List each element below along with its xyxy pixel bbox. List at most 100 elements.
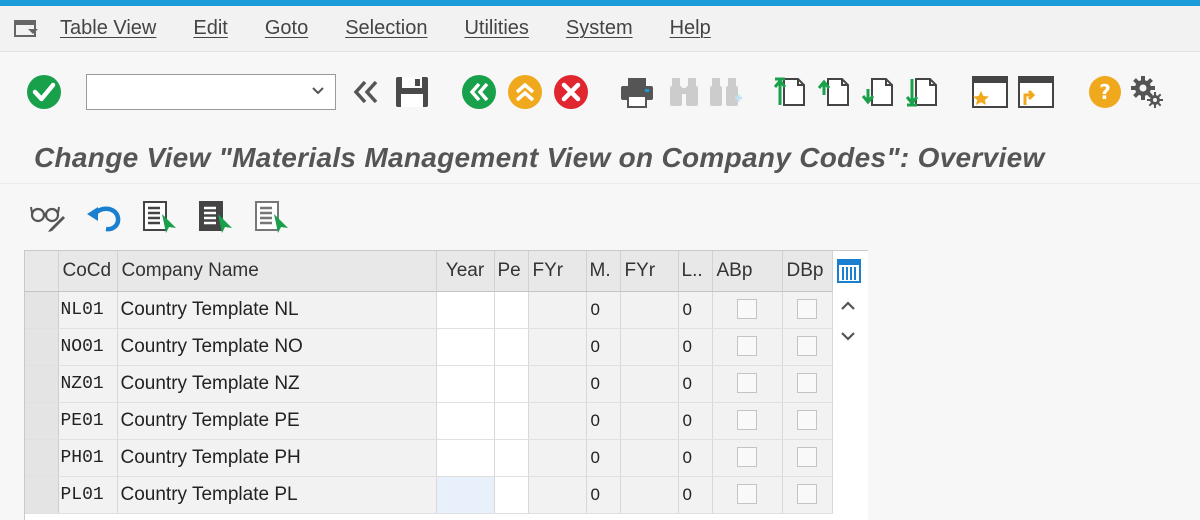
table-row: NO01 Country Template NO 0 0 — [25, 328, 833, 366]
row-selector[interactable] — [25, 328, 59, 366]
next-page-icon[interactable] — [860, 72, 898, 112]
abp-checkbox[interactable] — [737, 373, 757, 394]
display-change-icon[interactable] — [30, 197, 86, 237]
row-selector[interactable] — [25, 365, 59, 403]
exit-icon[interactable] — [506, 72, 544, 112]
undo-icon[interactable] — [86, 197, 142, 237]
cell-fyr-2 — [620, 291, 679, 329]
cell-pe-input[interactable] — [494, 291, 529, 329]
cell-pe-input[interactable] — [494, 439, 529, 477]
cell-company-name: Country Template PH — [117, 439, 437, 477]
scroll-down-icon[interactable] — [835, 321, 861, 351]
column-header-l[interactable]: L.. — [678, 251, 713, 292]
find-next-icon[interactable] — [708, 72, 744, 112]
cell-dbp — [782, 476, 833, 514]
row-selector[interactable] — [25, 402, 59, 440]
row-selector[interactable] — [25, 291, 59, 329]
column-header-dbp[interactable]: DBp — [782, 251, 833, 292]
double-left-arrow-icon[interactable] — [348, 72, 384, 112]
first-page-icon[interactable] — [772, 72, 810, 112]
abp-checkbox[interactable] — [737, 447, 757, 468]
table-control: CoCd Company Name Year Pe FYr M. FYr L..… — [24, 250, 868, 520]
select-block-icon[interactable] — [198, 197, 254, 237]
dbp-checkbox[interactable] — [797, 336, 817, 357]
row-selector[interactable] — [25, 439, 59, 477]
dbp-checkbox[interactable] — [797, 373, 817, 394]
table-row: NL01 Country Template NL 0 0 — [25, 291, 833, 329]
dbp-checkbox[interactable] — [797, 299, 817, 320]
cancel-icon[interactable] — [552, 72, 590, 112]
cell-year-input[interactable] — [436, 291, 495, 329]
back-icon[interactable] — [460, 72, 498, 112]
application-toolbar — [0, 184, 1200, 250]
menu-edit[interactable]: Edit — [193, 17, 227, 40]
menu-system[interactable]: System — [566, 17, 633, 40]
chevron-down-icon[interactable] — [311, 83, 325, 101]
cell-pe-input[interactable] — [494, 402, 529, 440]
cell-l: 0 — [678, 439, 713, 477]
cell-year-input[interactable] — [436, 402, 495, 440]
column-header-abp[interactable]: ABp — [712, 251, 783, 292]
previous-page-icon[interactable] — [816, 72, 854, 112]
cell-fyr — [528, 439, 587, 477]
column-header-company-name[interactable]: Company Name — [117, 251, 437, 292]
cell-m: 0 — [586, 402, 621, 440]
cell-cocd: PH01 — [58, 439, 118, 477]
cell-fyr — [528, 476, 587, 514]
shortcut-icon[interactable] — [1016, 72, 1056, 112]
print-icon[interactable] — [618, 72, 656, 112]
help-icon[interactable]: ? — [1086, 72, 1124, 112]
cell-fyr-2 — [620, 439, 679, 477]
cell-year-input[interactable] — [436, 476, 495, 514]
deselect-all-icon[interactable] — [254, 197, 310, 237]
cell-fyr — [528, 365, 587, 403]
cell-dbp — [782, 328, 833, 366]
column-header-m[interactable]: M. — [586, 251, 621, 292]
cell-fyr — [528, 402, 587, 440]
find-icon[interactable] — [666, 72, 702, 112]
row-selector[interactable] — [25, 476, 59, 514]
column-header-fyr-2[interactable]: FYr — [620, 251, 679, 292]
cell-abp — [712, 439, 783, 477]
system-menu-icon[interactable] — [14, 19, 42, 39]
column-header-cocd[interactable]: CoCd — [58, 251, 118, 292]
table-row: PL01 Country Template PL 0 0 — [25, 476, 833, 514]
menu-table-view[interactable]: Table View — [60, 17, 156, 40]
menu-selection[interactable]: Selection — [345, 17, 427, 40]
cell-year-input[interactable] — [436, 328, 495, 366]
save-icon[interactable] — [394, 72, 430, 112]
cell-year-input[interactable] — [436, 439, 495, 477]
last-page-icon[interactable] — [904, 72, 942, 112]
select-all-rows-cell[interactable] — [25, 251, 59, 292]
menu-goto[interactable]: Goto — [265, 17, 308, 40]
select-all-icon[interactable] — [142, 197, 198, 237]
column-header-fyr[interactable]: FYr — [528, 251, 587, 292]
menu-utilities[interactable]: Utilities — [464, 17, 528, 40]
dbp-checkbox[interactable] — [797, 447, 817, 468]
cell-company-name: Country Template NZ — [117, 365, 437, 403]
enter-check-icon[interactable] — [24, 72, 64, 112]
cell-pe-input[interactable] — [494, 476, 529, 514]
abp-checkbox[interactable] — [737, 336, 757, 357]
gear-icon[interactable] — [1128, 72, 1166, 112]
dbp-checkbox[interactable] — [797, 484, 817, 505]
cell-fyr-2 — [620, 365, 679, 403]
cell-year-input[interactable] — [436, 365, 495, 403]
menu-help[interactable]: Help — [670, 17, 711, 40]
command-field[interactable] — [86, 74, 336, 110]
dbp-checkbox[interactable] — [797, 410, 817, 431]
cell-pe-input[interactable] — [494, 365, 529, 403]
column-header-year[interactable]: Year — [436, 251, 495, 292]
column-header-pe[interactable]: Pe — [494, 251, 529, 292]
create-session-icon[interactable] — [970, 72, 1010, 112]
abp-checkbox[interactable] — [737, 299, 757, 320]
abp-checkbox[interactable] — [737, 484, 757, 505]
cell-m: 0 — [586, 291, 621, 329]
vertical-scrollbar[interactable] — [835, 291, 861, 351]
abp-checkbox[interactable] — [737, 410, 757, 431]
cell-m: 0 — [586, 476, 621, 514]
cell-abp — [712, 365, 783, 403]
cell-pe-input[interactable] — [494, 328, 529, 366]
scroll-up-icon[interactable] — [835, 291, 861, 321]
column-settings-icon[interactable] — [835, 257, 863, 285]
